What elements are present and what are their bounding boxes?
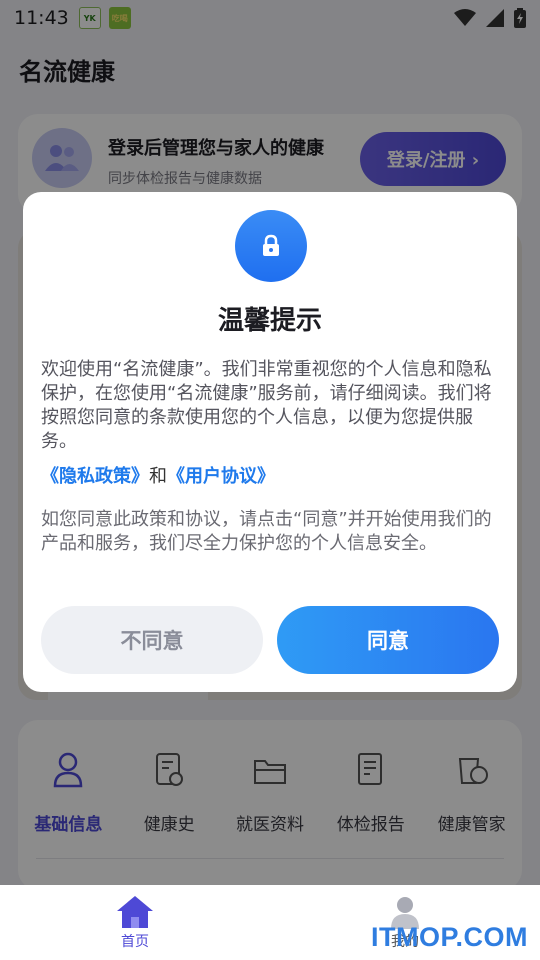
- privacy-dialog: 温馨提示 欢迎使用“名流健康”。我们非常重视您的个人信息和隐私保护，在您使用“名…: [23, 192, 517, 692]
- dialog-title: 温馨提示: [217, 306, 322, 336]
- and-text: 和: [149, 466, 167, 487]
- agree-button[interactable]: 同意: [277, 606, 499, 674]
- home-icon: [117, 896, 153, 928]
- tab-home[interactable]: 首页: [0, 885, 270, 960]
- watermark: ITMOP.COM: [370, 922, 528, 952]
- policy-links: 《隐私政策》和《用户协议》: [41, 462, 275, 488]
- user-agreement-link[interactable]: 《用户协议》: [167, 466, 275, 487]
- dialog-paragraph-consent: 如您同意此政策和协议，请点击“同意”并开始使用我们的产品和服务，我们尽全力保护您…: [41, 509, 492, 554]
- dialog-paragraph-intro: 欢迎使用“名流健康”。我们非常重视您的个人信息和隐私保护，在您使用“名流健康”服…: [41, 359, 492, 452]
- disagree-button[interactable]: 不同意: [41, 606, 263, 674]
- tab-label: 首页: [121, 934, 149, 950]
- privacy-policy-link[interactable]: 《隐私政策》: [41, 466, 149, 487]
- lock-icon: [235, 210, 307, 282]
